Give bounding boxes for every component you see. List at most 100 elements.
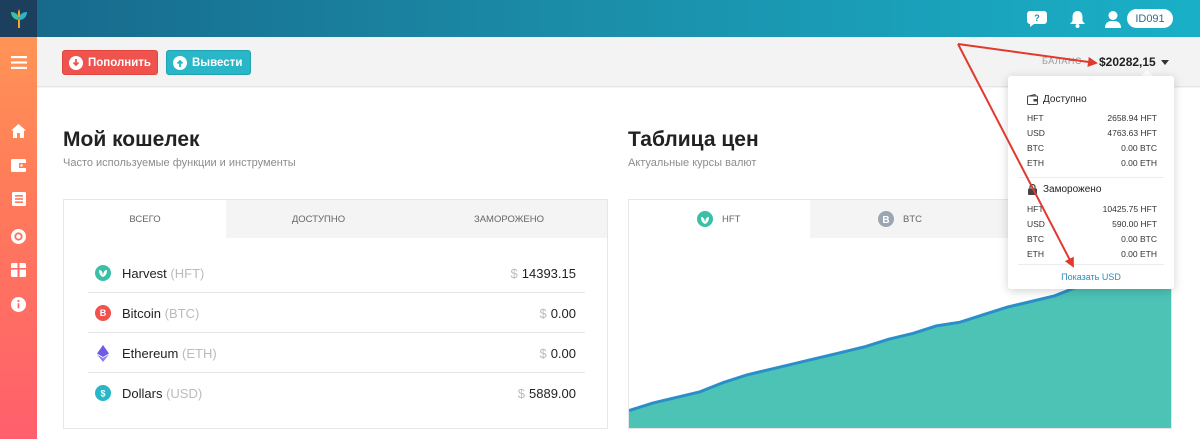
asset-amount: 0.00 xyxy=(550,306,576,321)
asset-name: Ethereum xyxy=(122,346,179,361)
dropdown-divider xyxy=(1018,177,1164,178)
asset-code: (HFT) xyxy=(170,266,205,281)
dropdown-row-value: 0.00 ETH xyxy=(1121,249,1157,259)
deposit-button[interactable]: Пополнить xyxy=(62,50,158,75)
sidebar-item-home[interactable] xyxy=(0,119,37,143)
deposit-label: Пополнить xyxy=(88,56,151,69)
currency-symbol: $ xyxy=(517,386,525,401)
user-id-badge[interactable]: ID091 xyxy=(1127,9,1173,28)
asset-name: Bitcoin xyxy=(122,306,162,321)
dropdown-row-value: 590.00 HFT xyxy=(1112,219,1157,229)
bell-icon xyxy=(1069,10,1085,28)
asset-name: Harvest xyxy=(122,266,167,281)
dropdown-row-key: ETH xyxy=(1027,249,1044,259)
tab-hft-label: HFT xyxy=(722,213,741,225)
notifications-button[interactable] xyxy=(1067,9,1087,29)
lock-icon xyxy=(1028,184,1037,195)
asset-code: (ETH) xyxy=(182,346,217,361)
deposit-icon xyxy=(69,55,83,70)
dropdown-row-key: HFT xyxy=(1027,204,1044,214)
menu-toggle-button[interactable] xyxy=(0,40,37,84)
dropdown-row-value: 4763.63 HFT xyxy=(1107,128,1157,138)
tab-available[interactable]: ДОСТУПНО xyxy=(226,200,411,238)
wallet-row-hft[interactable]: Harvest (HFT) $14393.15 xyxy=(88,253,585,293)
dropdown-row-key: BTC xyxy=(1027,143,1044,153)
currency-symbol: $ xyxy=(539,306,547,321)
dropdown-row-key: USD xyxy=(1027,219,1045,229)
sidebar-item-info[interactable] xyxy=(0,292,37,316)
wallet-row-usd[interactable]: $ Dollars (USD) $5889.00 xyxy=(88,373,585,413)
info-icon xyxy=(11,296,26,312)
ethereum-icon xyxy=(95,344,111,362)
caret-down-icon[interactable] xyxy=(1161,60,1169,65)
hamburger-icon xyxy=(10,55,27,69)
asset-name: Dollars xyxy=(122,386,163,401)
balance-dropdown: Доступно HFT 2658.94 HFT USD 4763.63 HFT B… xyxy=(1008,76,1174,289)
dropdown-row-value: 0.00 BTC xyxy=(1121,143,1157,153)
withdraw-button[interactable]: Вывести xyxy=(166,50,251,75)
bitcoin-icon: B xyxy=(878,211,894,227)
dropdown-row-value: 0.00 BTC xyxy=(1121,234,1157,244)
exchange-icon xyxy=(11,228,26,244)
dropdown-row-value: 10425.75 HFT xyxy=(1102,204,1157,214)
dropdown-row-key: ETH xyxy=(1027,158,1044,168)
wallet-subtitle: Часто используемые функции и инструменты xyxy=(63,157,296,169)
home-icon xyxy=(11,124,26,138)
wallet-row-eth[interactable]: Ethereum (ETH) $0.00 xyxy=(88,333,585,373)
list-icon xyxy=(11,192,26,206)
gift-icon xyxy=(11,263,26,277)
harvest-icon xyxy=(697,211,713,227)
wallet-title: Мой кошелек xyxy=(63,128,200,151)
prices-subtitle: Актуальные курсы валют xyxy=(628,157,757,169)
user-icon xyxy=(1105,10,1121,28)
currency-symbol: $ xyxy=(539,346,547,361)
show-usd-link[interactable]: Показать USD xyxy=(1008,272,1174,282)
dollar-icon: $ xyxy=(95,385,111,401)
withdraw-icon xyxy=(173,55,187,70)
available-title: Доступно xyxy=(1043,94,1087,105)
frozen-header: Заморожено xyxy=(1027,184,1101,195)
wallet-icon xyxy=(1027,94,1038,105)
dropdown-divider xyxy=(1018,264,1164,265)
help-chat-icon: ? xyxy=(1027,11,1047,27)
sidebar-item-exchange[interactable] xyxy=(0,224,37,248)
svg-text:B: B xyxy=(100,308,107,318)
app-logo[interactable] xyxy=(0,0,37,37)
withdraw-label: Вывести xyxy=(192,56,243,69)
sidebar-item-gift[interactable] xyxy=(0,258,37,282)
asset-amount: 5889.00 xyxy=(529,386,576,401)
frozen-title: Заморожено xyxy=(1043,184,1102,195)
asset-amount: 0.00 xyxy=(550,346,576,361)
prices-title: Таблица цен xyxy=(628,128,759,151)
wallet-icon xyxy=(11,158,26,172)
sidebar xyxy=(0,0,37,439)
wallet-tabs: ВСЕГО ДОСТУПНО ЗАМОРОЖЕНО xyxy=(64,200,607,238)
dropdown-row-key: USD xyxy=(1027,128,1045,138)
available-header: Доступно xyxy=(1027,94,1087,105)
currency-symbol: $ xyxy=(510,266,518,281)
svg-text:B: B xyxy=(882,215,889,226)
svg-text:$: $ xyxy=(100,389,105,399)
support-chat-button[interactable]: ? xyxy=(1027,9,1047,29)
user-profile-button[interactable] xyxy=(1103,9,1123,29)
top-bar: ? ID091 xyxy=(37,0,1200,37)
sidebar-item-list[interactable] xyxy=(0,187,37,211)
balance-label: БАЛАНС xyxy=(1042,56,1082,66)
tab-frozen[interactable]: ЗАМОРОЖЕНО xyxy=(411,200,607,238)
wallet-card: ВСЕГО ДОСТУПНО ЗАМОРОЖЕНО Harvest (HFT) … xyxy=(63,199,608,429)
wallet-row-btc[interactable]: B Bitcoin (BTC) $0.00 xyxy=(88,293,585,333)
balance-dropdown-toggle[interactable]: $20282,15 xyxy=(1099,55,1156,69)
dropdown-row-value: 2658.94 HFT xyxy=(1107,113,1157,123)
bitcoin-icon: B xyxy=(95,305,111,321)
asset-code: (USD) xyxy=(166,386,203,401)
asset-amount: 14393.15 xyxy=(521,266,576,281)
tab-hft[interactable]: HFT xyxy=(629,200,810,238)
dropdown-row-key: BTC xyxy=(1027,234,1044,244)
dropdown-row-value: 0.00 ETH xyxy=(1121,158,1157,168)
tab-total[interactable]: ВСЕГО xyxy=(64,200,226,238)
tab-btc[interactable]: B BTC xyxy=(810,200,1000,238)
tab-btc-label: BTC xyxy=(903,213,922,225)
sidebar-item-wallet[interactable] xyxy=(0,153,37,177)
asset-code: (BTC) xyxy=(164,306,200,321)
svg-text:?: ? xyxy=(1034,13,1040,23)
